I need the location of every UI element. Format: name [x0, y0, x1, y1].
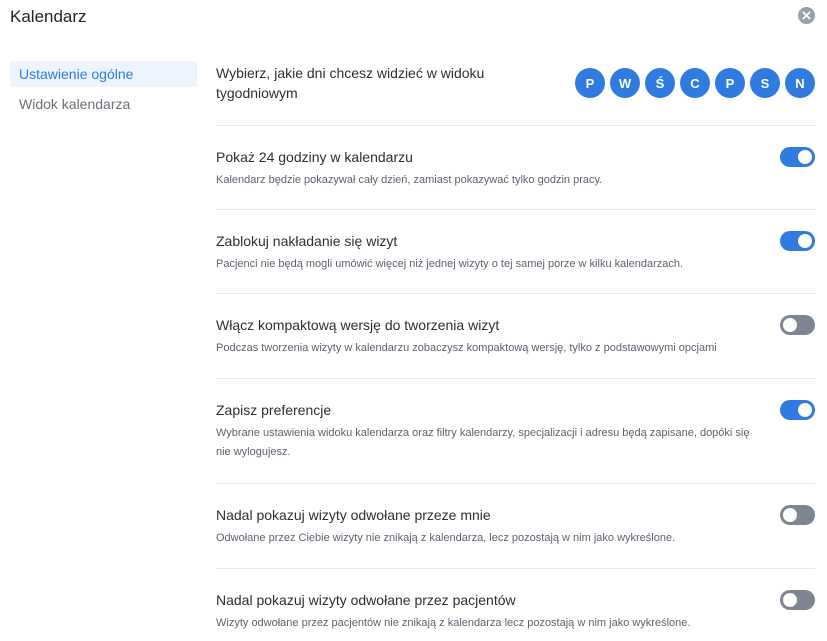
day-button-monday[interactable]: P	[575, 68, 605, 98]
toggle-knob	[783, 508, 797, 522]
day-button-friday[interactable]: P	[715, 68, 745, 98]
day-button-saturday[interactable]: S	[750, 68, 780, 98]
window-title: Kalendarz	[10, 7, 87, 26]
setting-description: Wizyty odwołane przez pacjentów nie znik…	[216, 617, 691, 629]
toggle-knob	[798, 234, 812, 248]
toggle-knob	[798, 403, 812, 417]
setting-description: Podczas tworzenia wizyty w kalendarzu zo…	[216, 342, 717, 354]
weekday-picker: P W Ś C P S N	[575, 68, 815, 98]
sidebar-item-label: Widok kalendarza	[19, 96, 131, 112]
day-button-wednesday[interactable]: Ś	[645, 68, 675, 98]
toggle-knob	[783, 318, 797, 332]
setting-description: Odwołane przez Ciebie wizyty nie znikają…	[216, 532, 676, 544]
toggle-switch[interactable]	[780, 231, 815, 251]
setting-show-24h: Pokaż 24 godziny w kalendarzu Kalendarz …	[216, 126, 815, 210]
setting-title: Zapisz preferencje	[216, 402, 332, 418]
close-icon	[802, 11, 811, 20]
setting-title: Włącz kompaktową wersję do tworzenia wiz…	[216, 317, 500, 333]
setting-title: Nadal pokazuj wizyty odwołane przeze mni…	[216, 507, 491, 523]
setting-title: Pokaż 24 godziny w kalendarzu	[216, 149, 413, 165]
setting-description: Pacjenci nie będą mogli umówić więcej ni…	[216, 258, 684, 270]
setting-block-overlap: Zablokuj nakładanie się wizyt Pacjenci n…	[216, 210, 815, 294]
setting-description: Wybrane ustawienia widoku kalendarza ora…	[216, 427, 750, 458]
setting-compact-version: Włącz kompaktową wersję do tworzenia wiz…	[216, 294, 815, 379]
setting-show-cancelled-by-me: Nadal pokazuj wizyty odwołane przeze mni…	[216, 484, 815, 569]
toggle-switch[interactable]	[780, 400, 815, 420]
day-button-sunday[interactable]: N	[785, 68, 815, 98]
settings-panel: Wybierz, jakie dni chcesz widzieć w wido…	[216, 55, 815, 639]
toggle-knob	[783, 593, 797, 607]
close-button[interactable]	[798, 7, 815, 24]
sidebar-item-label: Ustawienie ogólne	[19, 66, 134, 82]
day-button-thursday[interactable]: C	[680, 68, 710, 98]
setting-title: Nadal pokazuj wizyty odwołane przez pacj…	[216, 592, 516, 608]
setting-description: Kalendarz będzie pokazywał cały dzień, z…	[216, 174, 603, 186]
setting-show-cancelled-by-patients: Nadal pokazuj wizyty odwołane przez pacj…	[216, 569, 815, 639]
sidebar: Ustawienie ogólne Widok kalendarza	[10, 61, 197, 121]
setting-title: Zablokuj nakładanie się wizyt	[216, 233, 398, 249]
weekdays-label: Wybierz, jakie dni chcesz widzieć w wido…	[216, 65, 485, 101]
toggle-switch[interactable]	[780, 315, 815, 335]
weekdays-setting: Wybierz, jakie dni chcesz widzieć w wido…	[216, 55, 815, 126]
setting-save-preferences: Zapisz preferencje Wybrane ustawienia wi…	[216, 379, 815, 484]
toggle-switch[interactable]	[780, 590, 815, 610]
toggle-knob	[798, 150, 812, 164]
toggle-switch[interactable]	[780, 147, 815, 167]
sidebar-item-calendar-view[interactable]: Widok kalendarza	[10, 91, 197, 117]
day-button-tuesday[interactable]: W	[610, 68, 640, 98]
sidebar-item-general-settings[interactable]: Ustawienie ogólne	[10, 61, 197, 87]
toggle-switch[interactable]	[780, 505, 815, 525]
